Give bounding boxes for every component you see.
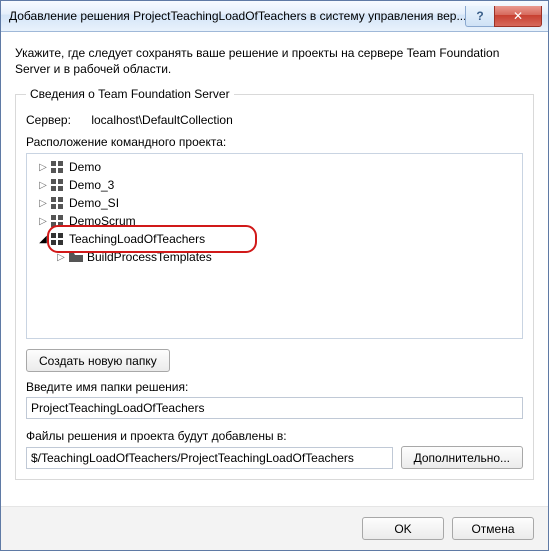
intro-text: Укажите, где следует сохранять ваше реше…	[15, 45, 534, 77]
chevron-right-icon[interactable]: ▷	[37, 179, 49, 191]
dialog-footer: OK Отмена	[1, 506, 548, 550]
chevron-right-icon[interactable]: ▷	[37, 197, 49, 209]
titlebar: Добавление решения ProjectTeachingLoadOf…	[1, 1, 548, 32]
tree-label: Расположение командного проекта:	[26, 135, 523, 149]
tree-item-label: DemoScrum	[67, 214, 138, 228]
project-icon	[51, 179, 65, 191]
tree-item-demo-3[interactable]: ▷ Demo_3	[27, 176, 522, 194]
solution-folder-input[interactable]	[26, 397, 523, 419]
tree-item-demoscrum[interactable]: ▷ DemoScrum	[27, 212, 522, 230]
solution-folder-label: Введите имя папки решения:	[26, 380, 523, 394]
group-legend: Сведения о Team Foundation Server	[26, 87, 234, 101]
advanced-button[interactable]: Дополнительно...	[401, 446, 523, 469]
dialog-window: Добавление решения ProjectTeachingLoadOf…	[0, 0, 549, 551]
close-icon: ✕	[513, 9, 523, 23]
chevron-right-icon[interactable]: ▷	[55, 251, 67, 263]
project-icon	[51, 215, 65, 227]
window-title: Добавление решения ProjectTeachingLoadOf…	[9, 9, 466, 23]
chevron-down-icon[interactable]: ◢	[37, 233, 49, 245]
files-path-input[interactable]	[26, 447, 393, 469]
tree-item-label: Demo_3	[67, 178, 116, 192]
server-row: Сервер: localhost\DefaultCollection	[26, 113, 523, 127]
help-button[interactable]: ?	[465, 6, 495, 27]
tfs-info-group: Сведения о Team Foundation Server Сервер…	[15, 87, 534, 480]
new-folder-button[interactable]: Создать новую папку	[26, 349, 170, 372]
tree-item-demo[interactable]: ▷ Demo	[27, 158, 522, 176]
project-icon	[51, 233, 65, 245]
tree-item-teachingloadofteachers[interactable]: ◢ TeachingLoadOfTeachers	[27, 230, 522, 248]
folder-icon	[69, 251, 83, 263]
files-path-label: Файлы решения и проекта будут добавлены …	[26, 429, 523, 443]
ok-button[interactable]: OK	[362, 517, 444, 540]
server-value: localhost\DefaultCollection	[91, 113, 232, 127]
chevron-right-icon[interactable]: ▷	[37, 161, 49, 173]
help-icon: ?	[476, 9, 483, 23]
tree-item-label: Demo_SI	[67, 196, 121, 210]
chevron-right-icon[interactable]: ▷	[37, 215, 49, 227]
tree-item-label: BuildProcessTemplates	[85, 250, 214, 264]
server-label: Сервер:	[26, 113, 88, 127]
tree-item-demo-si[interactable]: ▷ Demo_SI	[27, 194, 522, 212]
project-icon	[51, 161, 65, 173]
project-tree[interactable]: ▷ Demo ▷ Demo_3 ▷ Demo_SI ▷ Demo	[26, 153, 523, 339]
tree-item-label: Demo	[67, 160, 103, 174]
tree-item-label: TeachingLoadOfTeachers	[67, 232, 207, 246]
client-area: Укажите, где следует сохранять ваше реше…	[1, 32, 548, 506]
close-button[interactable]: ✕	[494, 6, 542, 27]
titlebar-buttons: ? ✕	[466, 6, 542, 26]
cancel-button[interactable]: Отмена	[452, 517, 534, 540]
tree-item-buildprocesstemplates[interactable]: ▷ BuildProcessTemplates	[27, 248, 522, 266]
project-icon	[51, 197, 65, 209]
